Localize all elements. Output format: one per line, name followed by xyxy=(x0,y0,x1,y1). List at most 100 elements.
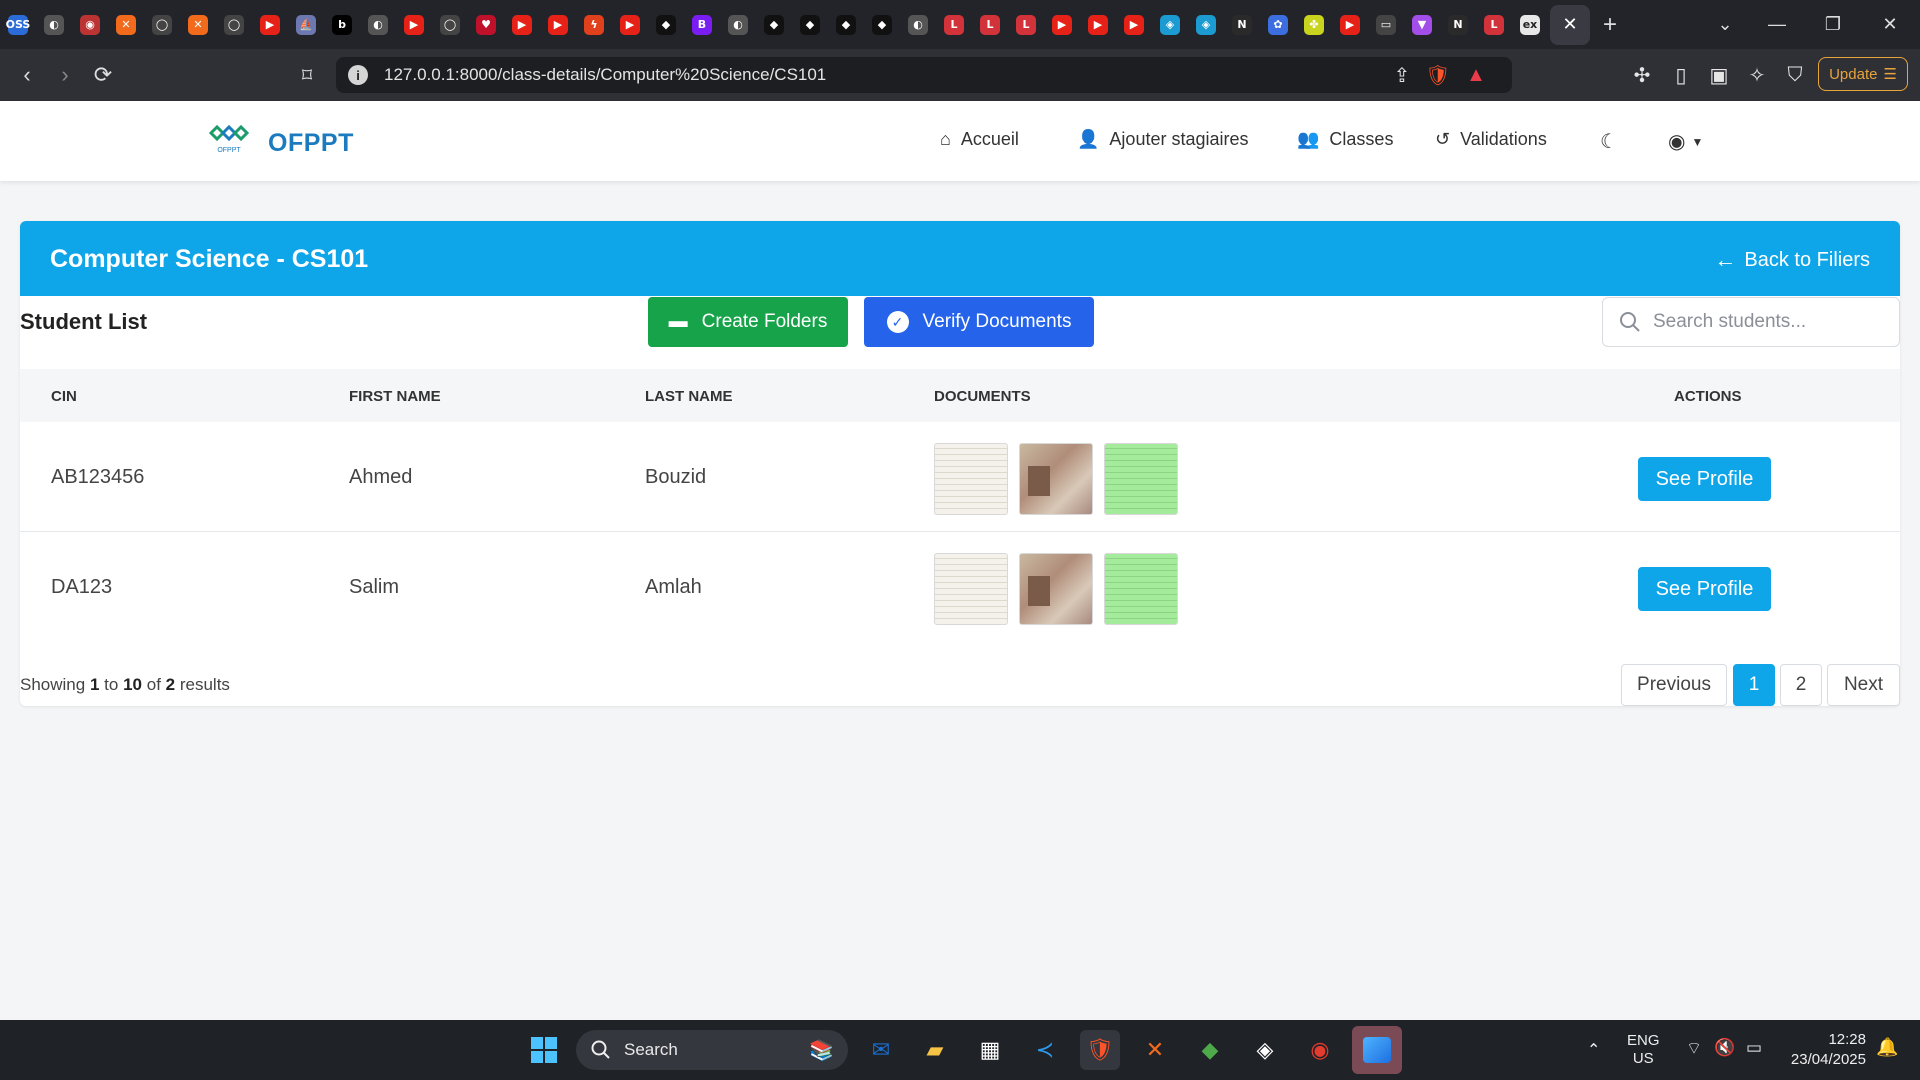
vscode-icon[interactable]: ≺ xyxy=(1025,1030,1065,1070)
url-text[interactable]: 127.0.0.1:8000/class-details/Computer%20… xyxy=(384,65,826,85)
file-explorer-icon[interactable]: ▰ xyxy=(915,1030,955,1070)
xampp-icon[interactable]: ✕ xyxy=(1135,1030,1175,1070)
mongodb-icon[interactable]: ◆ xyxy=(1190,1030,1230,1070)
leo-ai-icon[interactable]: ✧ xyxy=(1743,61,1771,89)
search-input[interactable] xyxy=(1653,298,1893,346)
create-folders-button[interactable]: ▬ Create Folders xyxy=(648,297,848,347)
doc-tab-icon[interactable]: ▭ xyxy=(1368,0,1404,49)
document-thumbnail-certificate[interactable] xyxy=(934,553,1008,625)
openai-tab-icon[interactable]: ✤ xyxy=(1296,0,1332,49)
brave-rewards-icon[interactable]: ▲ xyxy=(1462,61,1490,89)
taskbar-search[interactable]: Search 📚 xyxy=(576,1030,848,1070)
tab-search-chevron-icon[interactable]: ⌄ xyxy=(1697,0,1753,49)
nav-validations[interactable]: ↺ Validations xyxy=(1435,129,1547,150)
document-thumbnail-certificate[interactable] xyxy=(934,443,1008,515)
notion-tab-2-icon[interactable]: N xyxy=(1440,0,1476,49)
cube-tab-5-icon[interactable]: ◆ xyxy=(864,0,900,49)
site-info-icon[interactable]: i xyxy=(348,65,368,85)
map-tab-2-icon[interactable]: ◈ xyxy=(1188,0,1224,49)
map-tab-icon[interactable]: ◈ xyxy=(1152,0,1188,49)
github-tab-3-icon[interactable]: ◯ xyxy=(432,0,468,49)
cube-tab-2-icon[interactable]: ◆ xyxy=(756,0,792,49)
nav-ajouter-stagiaires[interactable]: 👤 Ajouter stagiaires xyxy=(1077,129,1249,150)
pagination-page-1[interactable]: 1 xyxy=(1733,664,1775,706)
xampp-tab-2-icon[interactable]: ✕ xyxy=(180,0,216,49)
nav-classes[interactable]: 👥 Classes xyxy=(1297,129,1393,150)
pagination-page-2[interactable]: 2 xyxy=(1780,664,1822,706)
user-menu-dropdown[interactable]: ◉ ▼ xyxy=(1668,129,1703,154)
laravel-tab-2-icon[interactable]: L xyxy=(972,0,1008,49)
cube-tab-3-icon[interactable]: ◆ xyxy=(792,0,828,49)
red-tab-icon[interactable]: ♥ xyxy=(468,0,504,49)
youtube-tab-2-icon[interactable]: ▶ xyxy=(396,0,432,49)
reload-icon[interactable]: ⟳ xyxy=(84,49,122,101)
bolt-tab-icon[interactable]: ϟ xyxy=(576,0,612,49)
youtube-tab-6-icon[interactable]: ▶ xyxy=(1044,0,1080,49)
back-to-filiers-link[interactable]: ← Back to Filiers xyxy=(1714,247,1870,273)
bootstrap-tab-icon[interactable]: B xyxy=(684,0,720,49)
oss-tab-icon[interactable]: OSS xyxy=(0,0,36,49)
youtube-tab-8-icon[interactable]: ▶ xyxy=(1116,0,1152,49)
notification-bell-icon[interactable]: 🔔 xyxy=(1876,1037,1898,1058)
document-thumbnail-form[interactable] xyxy=(1104,443,1178,515)
copilot-tab-icon[interactable]: ✿ xyxy=(1260,0,1296,49)
photos-app-icon[interactable] xyxy=(1352,1026,1402,1074)
windows-start-icon[interactable] xyxy=(524,1030,564,1070)
cube-tab-icon[interactable]: ◆ xyxy=(648,0,684,49)
youtube-tab-4-icon[interactable]: ▶ xyxy=(540,0,576,49)
wifi-icon[interactable]: ⌔ xyxy=(1686,1038,1702,1059)
youtube-tab-7-icon[interactable]: ▶ xyxy=(1080,0,1116,49)
microsoft-store-icon[interactable]: ▦ xyxy=(970,1030,1010,1070)
vpn-icon[interactable]: ⛉ xyxy=(1781,61,1809,89)
bookmark-icon[interactable]: ⌑ xyxy=(288,49,326,101)
globe-tab-2-icon[interactable]: ◐ xyxy=(360,0,396,49)
globe-tab-4-icon[interactable]: ◐ xyxy=(900,0,936,49)
outlook-icon[interactable]: ✉ xyxy=(861,1030,901,1070)
globe-tab-3-icon[interactable]: ◐ xyxy=(720,0,756,49)
laravel-tab-icon[interactable]: L xyxy=(936,0,972,49)
see-profile-button[interactable]: See Profile xyxy=(1638,567,1771,611)
ofppt-logo-icon[interactable]: OFPPT xyxy=(208,125,250,155)
vite-tab-icon[interactable]: ▼ xyxy=(1404,0,1440,49)
youtube-tab-3-icon[interactable]: ▶ xyxy=(504,0,540,49)
brave-browser-icon[interactable]: 🛡 xyxy=(1080,1030,1120,1070)
globe-tab-icon[interactable]: ◐ xyxy=(36,0,72,49)
clock[interactable]: 12:28 23/04/2025 xyxy=(1782,1030,1866,1070)
pagination-previous[interactable]: Previous xyxy=(1621,664,1727,706)
nav-accueil[interactable]: ⌂ Accueil xyxy=(940,129,1019,150)
close-window-icon[interactable]: ✕ xyxy=(1862,0,1918,49)
verify-documents-button[interactable]: ✓ Verify Documents xyxy=(864,297,1094,347)
youtube-tab-5-icon[interactable]: ▶ xyxy=(612,0,648,49)
b-tab-icon[interactable]: b xyxy=(324,0,360,49)
active-tab-close-icon[interactable]: ✕ xyxy=(1550,4,1590,45)
github-tab-icon[interactable]: ◯ xyxy=(144,0,180,49)
laravel-tab-4-icon[interactable]: L xyxy=(1476,0,1512,49)
update-button[interactable]: Update ☰ xyxy=(1818,57,1908,91)
new-tab-icon[interactable]: + xyxy=(1590,0,1630,49)
battery-icon[interactable]: ▭ xyxy=(1746,1038,1762,1058)
xampp-tab-icon[interactable]: ✕ xyxy=(108,0,144,49)
document-thumbnail-id-card[interactable] xyxy=(1019,553,1093,625)
youtube-tab-9-icon[interactable]: ▶ xyxy=(1332,0,1368,49)
cube-app-icon[interactable]: ◈ xyxy=(1245,1030,1285,1070)
document-thumbnail-id-card[interactable] xyxy=(1019,443,1093,515)
laravel-tab-3-icon[interactable]: L xyxy=(1008,0,1044,49)
chrome-icon[interactable]: ◉ xyxy=(1300,1030,1340,1070)
shield-tab-icon[interactable]: ◉ xyxy=(72,0,108,49)
cube-tab-4-icon[interactable]: ◆ xyxy=(828,0,864,49)
see-profile-button[interactable]: See Profile xyxy=(1638,457,1771,501)
brand-name[interactable]: OFPPT xyxy=(268,129,354,158)
pma-tab-icon[interactable]: ⛵ xyxy=(288,0,324,49)
wallet-icon[interactable]: ▣ xyxy=(1705,61,1733,89)
tray-chevron-icon[interactable]: ⌃ xyxy=(1587,1040,1600,1060)
notion-tab-icon[interactable]: N xyxy=(1224,0,1260,49)
dark-mode-toggle[interactable]: ☾ xyxy=(1600,129,1618,154)
restore-icon[interactable]: ❐ xyxy=(1805,0,1861,49)
minimize-icon[interactable]: — xyxy=(1749,0,1805,49)
language-indicator[interactable]: ENG US xyxy=(1627,1032,1660,1068)
ex-tab-icon[interactable]: ex xyxy=(1512,0,1548,49)
address-bar[interactable]: i 127.0.0.1:8000/class-details/Computer%… xyxy=(336,57,1512,93)
forward-arrow-icon[interactable]: › xyxy=(46,49,84,101)
youtube-tab-icon[interactable]: ▶ xyxy=(252,0,288,49)
document-thumbnail-form[interactable] xyxy=(1104,553,1178,625)
